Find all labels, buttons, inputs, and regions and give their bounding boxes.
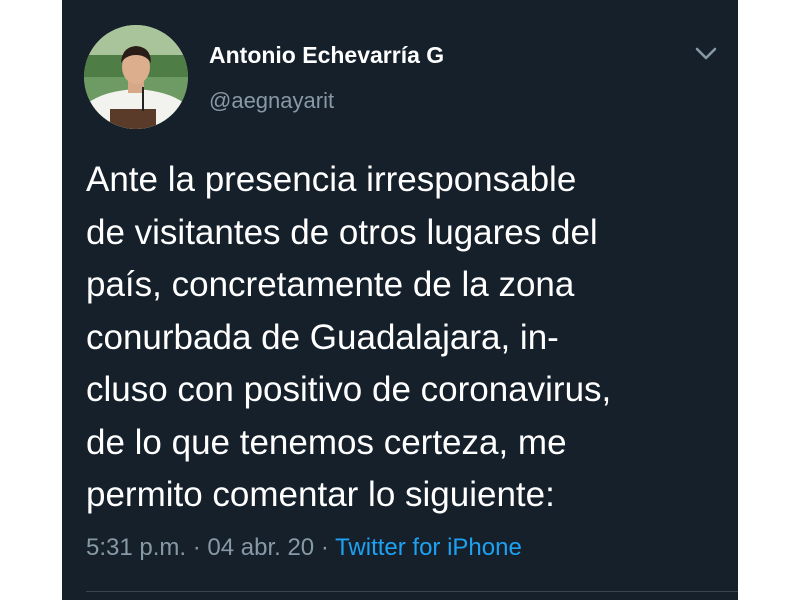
tweet-card: Antonio Echevarría G @aegnayarit Ante la… bbox=[62, 0, 738, 600]
tweet-text: Ante la presencia irresponsable de visit… bbox=[86, 160, 612, 514]
tweet-date[interactable]: 04 abr. 20 bbox=[207, 534, 314, 561]
divider bbox=[86, 591, 738, 592]
meta-separator: · bbox=[314, 534, 336, 561]
author-display-name[interactable]: Antonio Echevarría G bbox=[209, 42, 444, 69]
avatar[interactable] bbox=[84, 25, 188, 129]
author-handle[interactable]: @aegnayarit bbox=[209, 88, 334, 114]
meta-separator: · bbox=[186, 534, 208, 561]
tweet-metadata: 5:31 p.m. · 04 abr. 20 · Twitter for iPh… bbox=[86, 534, 522, 562]
tweet-source-link[interactable]: Twitter for iPhone bbox=[335, 534, 522, 561]
avatar-photo bbox=[84, 25, 188, 129]
chevron-down-icon[interactable] bbox=[690, 40, 722, 66]
tweet-time[interactable]: 5:31 p.m. bbox=[86, 534, 186, 561]
